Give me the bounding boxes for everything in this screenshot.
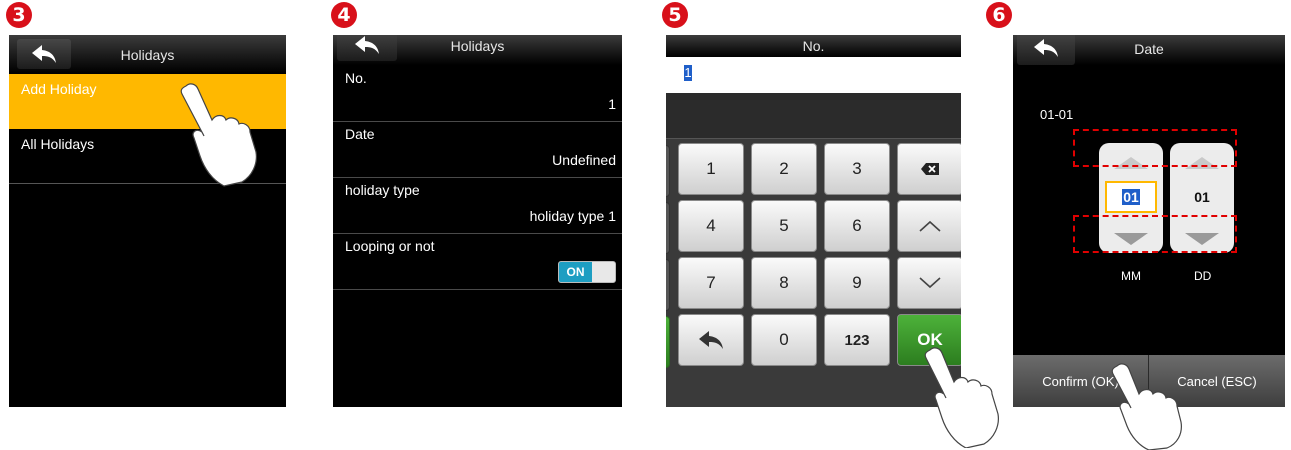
title-bar: Holidays — [9, 35, 286, 73]
menu-item-label: Add Holiday — [21, 81, 97, 97]
date-preview: 01-01 — [1040, 107, 1074, 122]
key-0[interactable]: 0 — [751, 314, 817, 366]
back-arrow-icon — [32, 45, 56, 63]
increment-highlight-box — [1073, 129, 1237, 167]
input-spacer — [666, 93, 961, 139]
field-value: 1 — [608, 96, 616, 112]
back-button[interactable] — [337, 35, 397, 61]
date-picker-screen: Date 01-01 01 01 MM DD Confirm (OK) Canc… — [1013, 35, 1285, 407]
screen-title: Holidays — [120, 47, 175, 63]
mode-123-key[interactable]: 123 — [824, 314, 890, 366]
step-badge-3: 3 — [6, 2, 32, 28]
pointing-hand-icon — [180, 83, 257, 187]
pointing-hand-icon — [1111, 363, 1182, 450]
field-label: No. — [345, 70, 367, 86]
field-row-holiday-type[interactable]: holiday type holiday type 1 — [333, 178, 622, 234]
day-value[interactable]: 01 — [1176, 181, 1228, 213]
field-value: Undefined — [552, 152, 616, 168]
chevron-down-icon — [919, 277, 941, 289]
looping-toggle[interactable]: ON — [558, 261, 616, 283]
title-bar: Date — [1013, 35, 1285, 65]
key-left-edge — [666, 316, 670, 368]
back-arrow-icon — [355, 36, 379, 54]
key-6[interactable]: 6 — [824, 200, 890, 252]
key-5[interactable]: 5 — [751, 200, 817, 252]
field-value: holiday type 1 — [529, 208, 616, 224]
step-badge-4: 4 — [331, 2, 357, 28]
back-arrow-icon — [699, 331, 723, 349]
back-key[interactable] — [678, 314, 744, 366]
backspace-icon — [921, 163, 939, 175]
month-value[interactable]: 01 — [1105, 181, 1157, 213]
month-value-text: 01 — [1122, 189, 1140, 205]
title-bar: No. — [666, 35, 961, 57]
screen-title: No. — [802, 38, 825, 54]
backspace-key[interactable] — [897, 143, 961, 195]
back-arrow-icon — [1034, 39, 1058, 57]
month-label: MM — [1121, 269, 1141, 283]
key-2[interactable]: 2 — [751, 143, 817, 195]
decrement-highlight-box — [1073, 215, 1237, 253]
number-input-field[interactable]: 1 — [666, 57, 961, 93]
key-left-edge — [666, 202, 670, 254]
title-bar: Holidays — [333, 35, 622, 65]
pointing-hand-icon — [924, 347, 999, 448]
field-row-date[interactable]: Date Undefined — [333, 122, 622, 178]
key-7[interactable]: 7 — [678, 257, 744, 309]
up-key[interactable] — [897, 200, 961, 252]
key-8[interactable]: 8 — [751, 257, 817, 309]
key-left-edge — [666, 259, 670, 311]
screen-title: Holidays — [450, 38, 505, 54]
number-input-screen: No. 1 1 2 3 4 5 6 7 8 9 0 123 OK — [666, 35, 961, 407]
key-left-edge — [666, 145, 670, 197]
screen-title: Date — [1134, 41, 1164, 57]
field-label: holiday type — [345, 182, 420, 198]
day-label: DD — [1194, 269, 1212, 283]
add-holiday-screen: Holidays No. 1 Date Undefined holiday ty… — [333, 35, 622, 407]
chevron-up-icon — [919, 220, 941, 232]
field-row-number[interactable]: No. 1 — [333, 66, 622, 122]
field-row-looping: Looping or not ON — [333, 234, 622, 290]
step-badge-5: 5 — [662, 2, 688, 28]
key-3[interactable]: 3 — [824, 143, 890, 195]
step-badge-6: 6 — [986, 2, 1012, 28]
back-button[interactable] — [1017, 35, 1075, 65]
toggle-on-label: ON — [559, 262, 592, 282]
key-9[interactable]: 9 — [824, 257, 890, 309]
menu-item-label: All Holidays — [21, 136, 95, 152]
back-button[interactable] — [17, 39, 71, 69]
field-label: Date — [345, 126, 375, 142]
numeric-keypad: 1 2 3 4 5 6 7 8 9 0 123 OK — [666, 139, 961, 407]
input-value: 1 — [684, 65, 692, 81]
field-label: Looping or not — [345, 238, 435, 254]
key-1[interactable]: 1 — [678, 143, 744, 195]
down-key[interactable] — [897, 257, 961, 309]
key-4[interactable]: 4 — [678, 200, 744, 252]
